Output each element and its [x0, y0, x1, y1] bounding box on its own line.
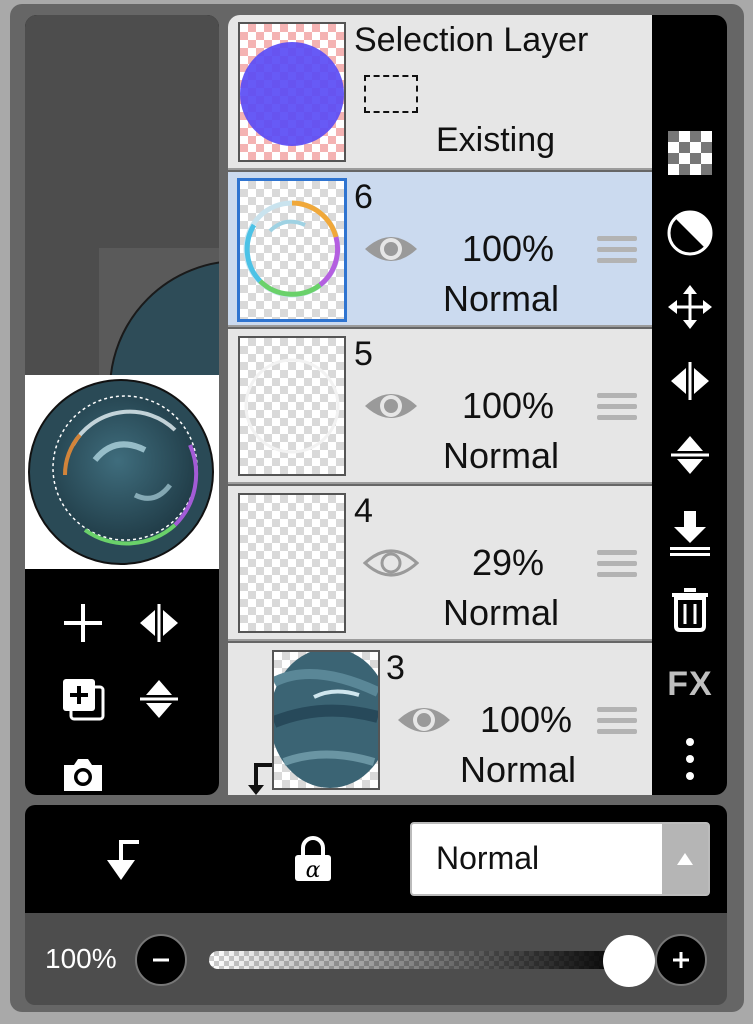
drag-handle-icon[interactable]	[597, 550, 637, 584]
trash-icon	[672, 588, 708, 632]
flip-horizontal-icon	[140, 604, 178, 642]
selection-shape	[240, 42, 344, 146]
selection-layer-title: Selection Layer	[354, 21, 589, 59]
flip-horizontal-button[interactable]	[664, 355, 716, 407]
contrast-icon	[667, 210, 713, 256]
flip-layer-vertical-button[interactable]	[131, 671, 187, 727]
flip-vertical-icon	[671, 436, 709, 474]
opacity-increase-button[interactable]	[655, 934, 707, 986]
layer-opacity: 100%	[461, 385, 555, 426]
alpha-lock-icon: α	[295, 836, 331, 883]
clipping-icon	[107, 840, 139, 880]
opacity-value: 100%	[45, 943, 117, 974]
visibility-eye-icon[interactable]	[363, 543, 419, 583]
move-layer-button[interactable]	[664, 281, 716, 333]
layer-preview	[25, 375, 219, 569]
selection-layer-state: Existing	[436, 121, 556, 159]
visibility-eye-icon[interactable]	[363, 229, 419, 269]
duplicate-layer-icon	[63, 679, 105, 721]
layer-thumbnail	[272, 650, 380, 790]
layer-blend-mode: Normal	[442, 592, 559, 633]
drag-handle-icon[interactable]	[597, 393, 637, 427]
layer-row-4[interactable]: 4 29% Normal	[228, 486, 654, 641]
fx-button[interactable]: FX	[664, 658, 716, 710]
bubble-paint	[274, 652, 378, 788]
opacity-slider-knob[interactable]	[603, 935, 655, 987]
move-icon	[668, 285, 712, 329]
layer-opacity: 100%	[461, 228, 555, 269]
blend-mode-select[interactable]: Normal	[410, 822, 710, 896]
left-tool-grid	[25, 575, 219, 795]
visibility-eye-icon[interactable]	[396, 700, 452, 740]
more-options-button[interactable]	[664, 733, 716, 785]
layer-number: 3	[386, 649, 405, 687]
more-icon	[686, 738, 694, 780]
layer-number: 4	[354, 492, 373, 530]
layer-opacity: 29%	[471, 542, 545, 583]
duplicate-layer-button[interactable]	[55, 671, 111, 727]
plus-icon	[673, 952, 689, 968]
right-toolbar: FX	[652, 15, 727, 795]
delete-layer-button[interactable]	[664, 583, 716, 635]
layer-number: 6	[354, 178, 373, 216]
opacity-decrease-button[interactable]	[135, 934, 187, 986]
layer-blend-mode: Normal	[442, 435, 559, 476]
flip-layer-horizontal-button[interactable]	[131, 595, 187, 651]
minus-icon	[153, 958, 169, 962]
flip-vertical-button[interactable]	[664, 429, 716, 481]
merge-down-icon	[670, 511, 710, 556]
contrast-button[interactable]	[664, 207, 716, 259]
drag-handle-icon[interactable]	[597, 236, 637, 270]
selection-rect-icon	[364, 75, 418, 113]
import-photo-button[interactable]	[55, 747, 111, 795]
layer-blend-mode: Normal	[442, 278, 559, 319]
camera-icon	[64, 759, 102, 791]
layer-opacity: 100%	[479, 699, 573, 740]
bubble-highlight	[244, 358, 340, 454]
selection-layer-thumbnail	[238, 22, 346, 162]
selection-layer-row[interactable]: Selection Layer Existing	[228, 15, 654, 170]
layer-blend-mode: Normal	[459, 749, 576, 790]
flip-vertical-icon	[140, 680, 178, 718]
left-tool-column	[25, 15, 219, 795]
layer-row-6[interactable]: 6 100% Normal	[228, 172, 654, 327]
layer-thumbnail	[238, 336, 346, 476]
opacity-slider-track[interactable]	[209, 951, 629, 969]
layer-thumbnail	[237, 178, 347, 322]
layer-row-3[interactable]: 3 100% Normal	[228, 643, 654, 795]
layer-number: 5	[354, 335, 373, 373]
visibility-eye-icon[interactable]	[363, 386, 419, 426]
clipping-button[interactable]	[91, 829, 151, 889]
preview-artwork	[28, 379, 214, 565]
layer-list: Selection Layer Existing 6 100% Normal 5…	[228, 15, 654, 795]
layer-row-5[interactable]: 5 100% Normal	[228, 329, 654, 484]
add-layer-icon	[64, 604, 102, 642]
dropdown-arrow-icon	[662, 824, 708, 894]
transparency-button[interactable]	[664, 127, 716, 179]
layer-thumbnail	[238, 493, 346, 633]
bubble-outline	[243, 200, 341, 298]
canvas-view[interactable]	[25, 15, 219, 375]
transparency-icon	[668, 131, 712, 175]
svg-text:α: α	[306, 858, 321, 883]
add-layer-button[interactable]	[55, 595, 111, 651]
blend-mode-value: Normal	[436, 840, 540, 876]
fx-icon: FX	[667, 664, 713, 703]
opacity-slider-row: 100%	[25, 913, 727, 1005]
alpha-lock-button[interactable]: α	[283, 829, 343, 889]
flip-horizontal-icon	[671, 362, 709, 400]
drag-handle-icon[interactable]	[597, 707, 637, 741]
layer-bottom-bar: α Normal	[25, 805, 727, 913]
merge-down-button[interactable]	[664, 507, 716, 559]
